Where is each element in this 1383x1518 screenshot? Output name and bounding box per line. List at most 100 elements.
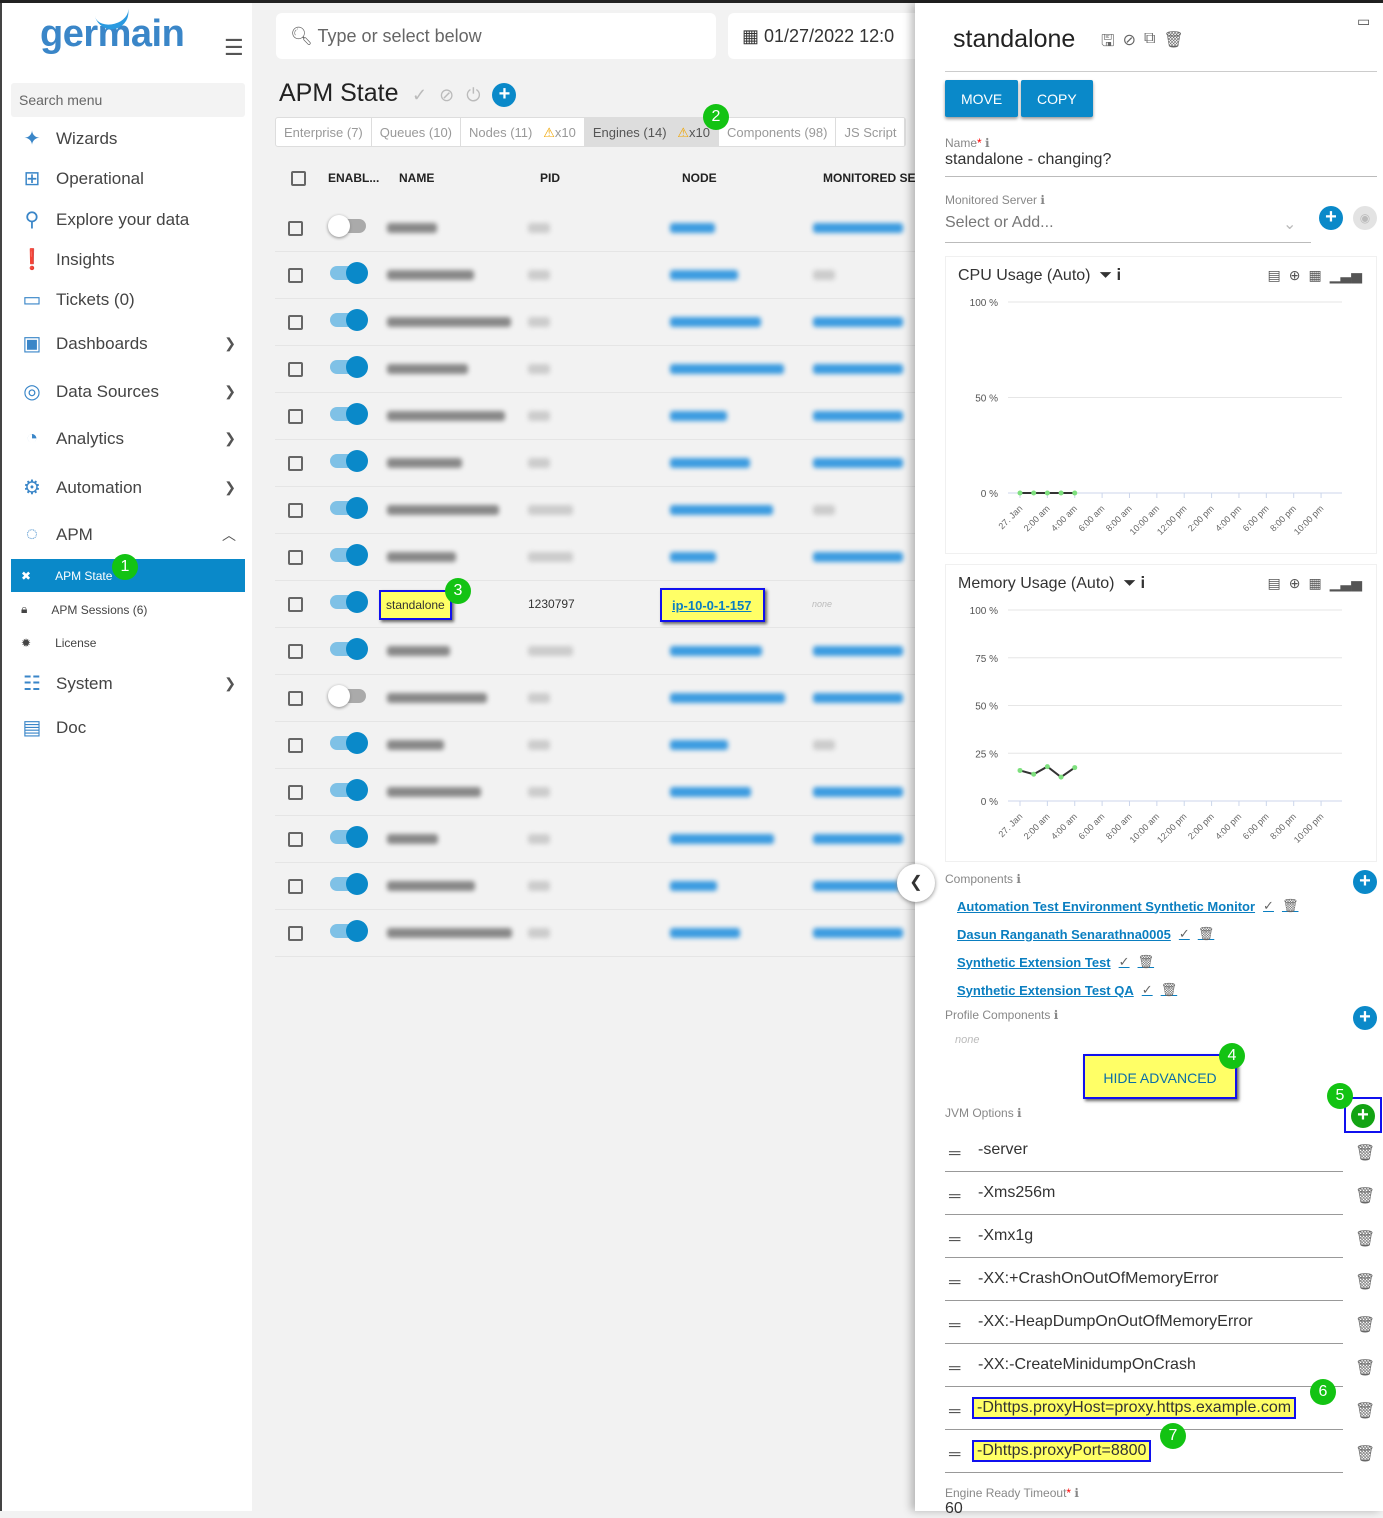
component-link[interactable]: Automation Test Environment Synthetic Mo… bbox=[957, 898, 1298, 914]
table-row[interactable] bbox=[275, 722, 915, 769]
trash-icon[interactable]: 🗑︎ bbox=[1355, 1444, 1375, 1464]
hide-advanced-button[interactable]: HIDE ADVANCED bbox=[1083, 1054, 1237, 1099]
table-row[interactable] bbox=[275, 628, 915, 675]
row-checkbox[interactable] bbox=[288, 597, 303, 612]
row-checkbox[interactable] bbox=[288, 362, 303, 377]
sidebar-item-apm-sessions[interactable]: 🔒︎ APM Sessions (6) bbox=[11, 593, 245, 626]
copy-button[interactable]: COPY bbox=[1021, 80, 1093, 117]
tab-js-script[interactable]: JS Script bbox=[836, 118, 906, 146]
enabled-toggle[interactable] bbox=[328, 685, 366, 707]
select-all-checkbox[interactable] bbox=[291, 170, 306, 186]
row-checkbox[interactable] bbox=[288, 691, 303, 706]
jvm-option-input[interactable]: -XX:+CrashOnOutOfMemoryError bbox=[978, 1270, 1219, 1288]
jvm-option-input[interactable]: -XX:-HeapDumpOnOutOfMemoryError bbox=[978, 1313, 1253, 1331]
save-icon[interactable]: 🖫 bbox=[1101, 30, 1115, 57]
trash-icon[interactable]: 🗑︎ bbox=[1355, 1272, 1375, 1292]
engine-ready-timeout-field[interactable]: 60 bbox=[945, 1500, 963, 1518]
enabled-toggle[interactable] bbox=[330, 638, 368, 660]
trash-icon[interactable]: 🗑︎ bbox=[1355, 1358, 1375, 1378]
power-icon[interactable]: ⏻ bbox=[466, 85, 480, 106]
table-row[interactable] bbox=[275, 769, 915, 816]
sidebar-item-tickets[interactable]: ▭ Tickets (0) bbox=[18, 287, 244, 312]
enabled-toggle[interactable] bbox=[330, 544, 368, 566]
global-search-input[interactable]: 🔍︎ Type or select below bbox=[276, 13, 716, 59]
sidebar-item-dashboards[interactable]: ▣ Dashboards ❯ bbox=[18, 331, 244, 356]
enabled-toggle[interactable] bbox=[330, 591, 368, 613]
name-field[interactable]: standalone - changing? bbox=[945, 151, 1111, 169]
sidebar-item-explore[interactable]: ⚲ Explore your data bbox=[18, 207, 244, 232]
drag-handle-icon[interactable]: ═ bbox=[949, 1188, 960, 1206]
add-profile-component-button[interactable]: + bbox=[1353, 1006, 1377, 1030]
tab-engines[interactable]: Engines (14) ⚠x10 bbox=[584, 118, 720, 146]
component-link[interactable]: Dasun Ranganath Senarathna0005 ✓ 🗑︎ bbox=[957, 926, 1214, 942]
enabled-toggle[interactable] bbox=[330, 826, 368, 848]
hamburger-menu-icon[interactable]: ☰ bbox=[224, 35, 244, 61]
sidebar-item-wizards[interactable]: ✦ Wizards bbox=[18, 126, 244, 151]
germain-logo[interactable]: germain bbox=[40, 2, 185, 56]
row-checkbox[interactable] bbox=[288, 268, 303, 283]
row-checkbox[interactable] bbox=[288, 879, 303, 894]
tab-components[interactable]: Components (98) bbox=[719, 118, 837, 146]
tab-nodes[interactable]: Nodes (11) ⚠x10 bbox=[461, 118, 585, 146]
sidebar-item-automation[interactable]: ⚙ Automation ❯ bbox=[18, 475, 244, 500]
add-component-button[interactable]: + bbox=[1353, 870, 1377, 894]
enabled-toggle[interactable] bbox=[330, 309, 368, 331]
move-button[interactable]: MOVE bbox=[945, 80, 1019, 117]
check-icon[interactable]: ✓ bbox=[1179, 926, 1190, 942]
col-pid[interactable]: PID bbox=[540, 171, 560, 185]
trash-icon[interactable]: 🗑︎ bbox=[1355, 1315, 1375, 1335]
tab-queues[interactable]: Queues (10) bbox=[372, 118, 462, 146]
drag-handle-icon[interactable]: ═ bbox=[949, 1360, 960, 1378]
sidebar-item-data-sources[interactable]: ◎ Data Sources ❯ bbox=[18, 379, 244, 404]
row-checkbox[interactable] bbox=[288, 315, 303, 330]
t[interactable]: Automation Test Environment Synthetic Mo… bbox=[957, 899, 1255, 914]
table-row[interactable] bbox=[275, 816, 915, 863]
trash-icon[interactable]: 🗑︎ bbox=[1163, 30, 1183, 57]
row-checkbox[interactable] bbox=[288, 738, 303, 753]
trash-icon[interactable]: 🗑︎ bbox=[1355, 1229, 1375, 1249]
drag-handle-icon[interactable]: ═ bbox=[949, 1231, 960, 1249]
search-menu-input[interactable]: Search menu bbox=[11, 83, 245, 117]
sidebar-item-insights[interactable]: ❗ Insights bbox=[18, 247, 244, 272]
ban-icon[interactable]: ⊘ bbox=[439, 85, 454, 106]
row-checkbox[interactable] bbox=[288, 832, 303, 847]
enabled-toggle[interactable] bbox=[330, 403, 368, 425]
col-node[interactable]: NODE bbox=[682, 171, 717, 185]
check-icon[interactable]: ✓ bbox=[1119, 954, 1130, 970]
jvm-option-input[interactable]: -Dhttps.proxyPort=8800 bbox=[972, 1440, 1152, 1462]
trash-icon[interactable]: 🗑︎ bbox=[1355, 1186, 1375, 1206]
table-row[interactable] bbox=[275, 534, 915, 581]
col-name[interactable]: NAME bbox=[399, 171, 434, 185]
enabled-toggle[interactable] bbox=[330, 873, 368, 895]
table-row[interactable] bbox=[275, 675, 915, 722]
trash-icon[interactable]: 🗑︎ bbox=[1355, 1401, 1375, 1421]
enabled-toggle[interactable] bbox=[330, 497, 368, 519]
add-server-button[interactable]: + bbox=[1319, 206, 1343, 230]
add-jvm-option-button[interactable]: + bbox=[1351, 1104, 1375, 1128]
trash-icon[interactable]: 🗑︎ bbox=[1161, 982, 1178, 998]
jvm-option-input[interactable]: -server bbox=[978, 1141, 1028, 1159]
sidebar-item-doc[interactable]: ▤ Doc bbox=[18, 715, 244, 740]
enabled-toggle[interactable] bbox=[328, 215, 366, 237]
trash-icon[interactable]: 🗑︎ bbox=[1282, 898, 1299, 914]
sidebar-item-operational[interactable]: ⊞ Operational bbox=[18, 166, 244, 191]
copy-icon[interactable]: ⧉ bbox=[1144, 30, 1155, 57]
sidebar-item-apm[interactable]: ◌ APM ︿ bbox=[18, 523, 244, 546]
sidebar-item-system[interactable]: ☷ System ❯ bbox=[18, 671, 244, 696]
jvm-option-input[interactable]: -Dhttps.proxyHost=proxy.https.example.co… bbox=[972, 1397, 1297, 1419]
table-row[interactable]: standalone 1230797 ip-10-0-1-157 none bbox=[275, 581, 915, 628]
sidebar-item-license[interactable]: ✹ License bbox=[11, 626, 245, 659]
col-monitored-server[interactable]: MONITORED SER bbox=[823, 171, 924, 185]
row-checkbox[interactable] bbox=[288, 644, 303, 659]
collapse-panel-button[interactable]: ❮ bbox=[897, 864, 935, 902]
row-checkbox[interactable] bbox=[288, 785, 303, 800]
eye-icon[interactable]: ◉ bbox=[1353, 206, 1377, 230]
drag-handle-icon[interactable]: ═ bbox=[949, 1145, 960, 1163]
enabled-toggle[interactable] bbox=[330, 356, 368, 378]
jvm-option-input[interactable]: -XX:-CreateMinidumpOnCrash bbox=[978, 1356, 1196, 1374]
ban-icon[interactable]: ⊘ bbox=[1123, 30, 1136, 57]
window-maximize-icon[interactable]: ▭ bbox=[1357, 13, 1370, 30]
table-row[interactable] bbox=[275, 863, 915, 910]
drag-handle-icon[interactable]: ═ bbox=[949, 1317, 960, 1335]
row-checkbox[interactable] bbox=[288, 221, 303, 236]
